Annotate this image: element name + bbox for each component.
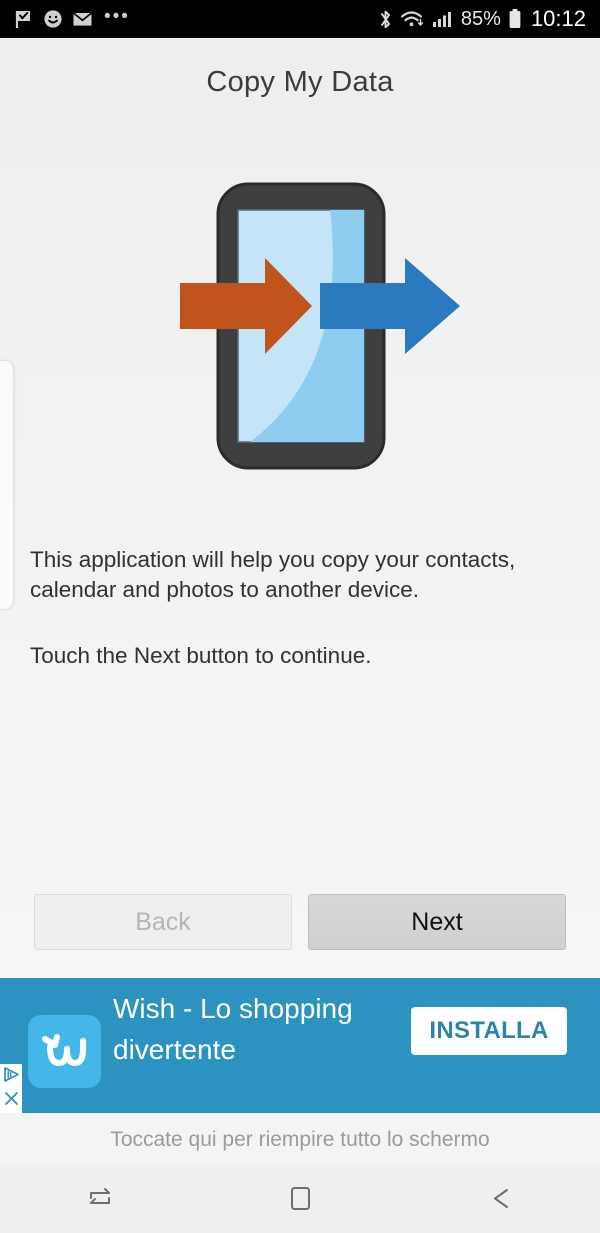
back-button-nav[interactable] — [400, 1167, 600, 1233]
next-button[interactable]: Next — [308, 894, 566, 950]
navigation-bar — [0, 1167, 600, 1233]
battery-icon — [508, 8, 522, 30]
flag-check-icon — [14, 9, 34, 29]
recents-button[interactable] — [0, 1167, 200, 1233]
page-title: Copy My Data — [206, 66, 394, 98]
adchoices-icon[interactable] — [3, 1066, 20, 1088]
clock-label: 10:12 — [530, 6, 586, 31]
back-icon — [483, 1181, 517, 1220]
body-paragraph-2: Touch the Next button to continue. — [30, 643, 372, 668]
ad-choices-controls[interactable] — [0, 1064, 22, 1113]
status-bar: ••• 85% 10:12 — [0, 0, 600, 38]
bluetooth-icon — [378, 9, 393, 30]
recents-icon — [83, 1181, 117, 1220]
home-icon — [283, 1181, 317, 1220]
home-button[interactable] — [200, 1167, 400, 1233]
body-paragraph-1: This application will help you copy your… — [30, 547, 516, 602]
ad-title: Wish - Lo shopping divertente — [113, 993, 353, 1065]
phone-transfer-illustration — [0, 178, 600, 478]
close-icon[interactable] — [3, 1090, 20, 1112]
expand-ad-hint[interactable]: Toccate qui per riempire tutto lo scherm… — [0, 1113, 600, 1167]
button-row: Back Next — [0, 894, 600, 978]
app-content: Copy My Data This application will help … — [0, 38, 600, 978]
wifi-icon — [400, 9, 425, 30]
ad-install-button[interactable]: INSTALLA — [411, 1007, 567, 1055]
ad-banner[interactable]: Wish - Lo shopping divertente INSTALLA — [0, 978, 600, 1113]
body-copy: This application will help you copy your… — [30, 545, 560, 671]
smiley-icon — [43, 9, 63, 29]
status-bar-right-icons: 85% 10:12 — [378, 6, 586, 32]
envelope-icon — [72, 9, 93, 29]
wish-app-icon — [28, 1015, 101, 1088]
status-bar-left-icons: ••• — [14, 5, 130, 29]
signal-bars-icon — [432, 9, 454, 30]
overflow-dots-icon: ••• — [104, 5, 130, 27]
back-button[interactable]: Back — [34, 894, 292, 950]
battery-percent-label: 85% — [460, 7, 501, 30]
